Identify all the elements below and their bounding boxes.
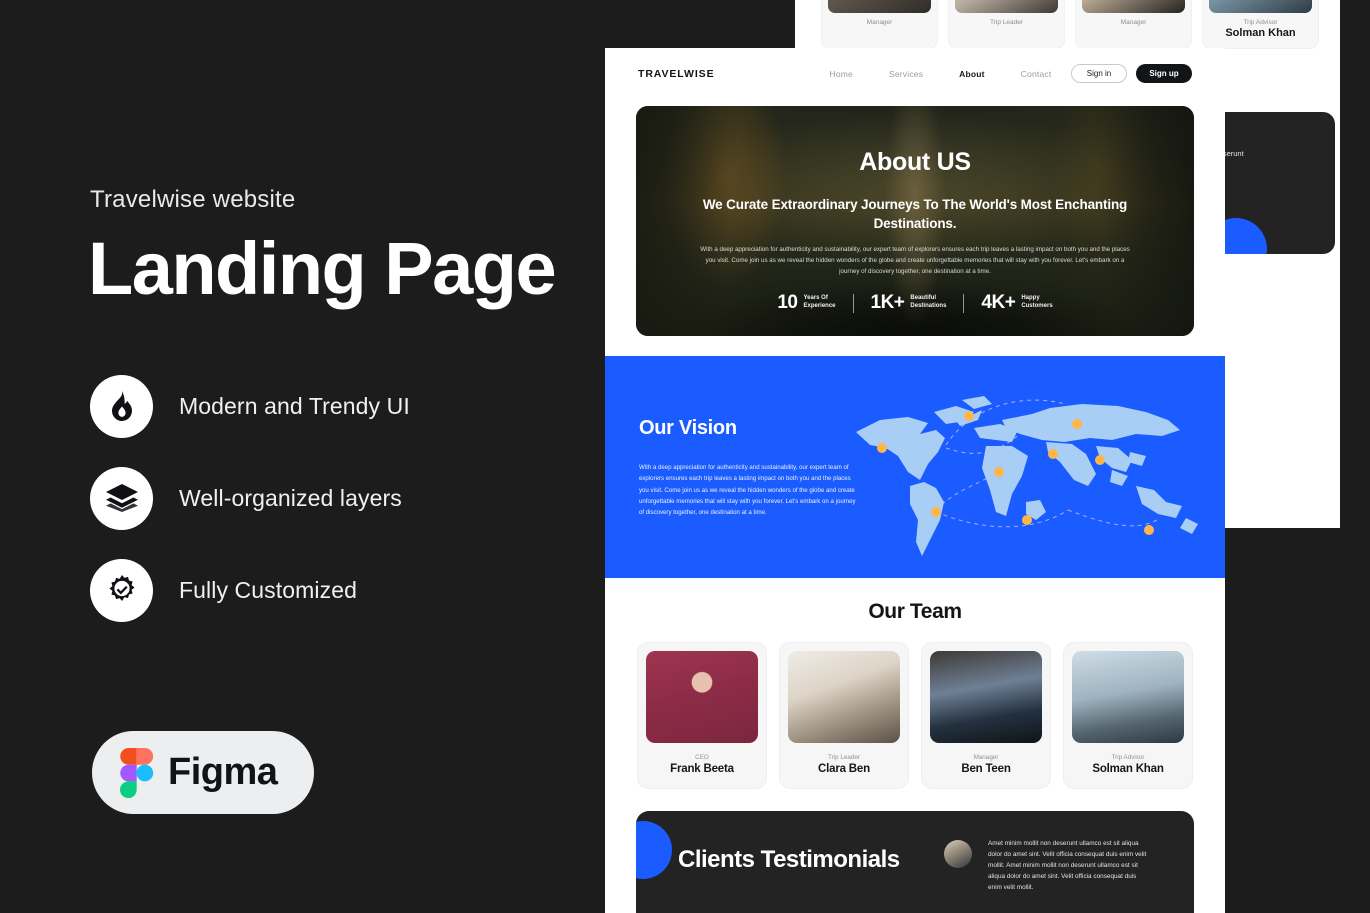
stat-number: 10	[777, 292, 798, 313]
world-map-icon	[856, 396, 1198, 556]
landing-page-mockup: TRAVELWISE Home Services About Contact S…	[605, 48, 1225, 913]
background-team-card[interactable]: Manager	[1075, 0, 1192, 49]
background-team-row: Manager Trip Leader Manager Trip Advisor…	[821, 0, 1321, 49]
site-logo[interactable]: TRAVELWISE	[638, 68, 714, 80]
hero-content: About US We Curate Extraordinary Journey…	[636, 106, 1194, 278]
layers-icon	[90, 466, 153, 530]
team-member-photo	[646, 651, 758, 743]
hero-section: About US We Curate Extraordinary Journey…	[636, 106, 1194, 336]
feature-label: Well-organized layers	[179, 484, 402, 511]
site-navbar: TRAVELWISE Home Services About Contact S…	[605, 48, 1225, 99]
feature-item-organized-layers: Well-organized layers	[90, 466, 410, 530]
testimonial-quote: Amet minim mollit non deserunt ullamco e…	[988, 839, 1147, 891]
team-member-role: CEO	[695, 754, 709, 761]
nav-links: Home Services About Contact	[829, 69, 1051, 79]
figma-logo-icon	[120, 747, 154, 798]
team-member-role: Manager	[973, 754, 999, 761]
background-team-role: Trip Leader	[990, 19, 1023, 26]
our-vision-section: Our Vision With a deep appreciation for …	[605, 356, 1225, 578]
gear-check-icon	[90, 558, 153, 622]
team-member-name: Ben Teen	[961, 762, 1011, 775]
team-member-role: Trip Leader	[828, 754, 860, 761]
promo-panel: Travelwise website Landing Page Modern a…	[0, 0, 605, 913]
sign-up-button[interactable]: Sign up	[1136, 64, 1192, 83]
background-team-photo	[1209, 0, 1312, 13]
clients-testimonials-section: Clients Testimonials Amet minim mollit n…	[636, 810, 1194, 913]
background-team-name: Solman Khan	[1225, 27, 1296, 39]
nav-actions: Sign in Sign up	[1071, 64, 1192, 83]
feature-label: Fully Customized	[179, 576, 357, 603]
stat-label-line1: Years Of	[803, 295, 828, 302]
stat-number: 1K+	[870, 292, 905, 313]
sign-in-button[interactable]: Sign in	[1071, 64, 1127, 83]
stat-label-line2: Experience	[803, 303, 836, 309]
background-team-photo	[955, 0, 1058, 13]
background-team-photo	[1082, 0, 1185, 13]
stat-years-experience: 10 Years Of Experience	[760, 292, 852, 314]
stat-label-line1: Happy	[1021, 295, 1040, 302]
stat-label: Years Of Experience	[803, 295, 835, 311]
background-team-role: Trip Advisor	[1243, 19, 1278, 26]
team-grid: CEO Frank Beeta Trip Leader Clara Ben Ma…	[605, 624, 1225, 789]
team-card[interactable]: Manager Ben Teen	[921, 642, 1051, 789]
figma-badge[interactable]: Figma	[92, 731, 314, 814]
nav-link-contact[interactable]: Contact	[1021, 69, 1052, 79]
promo-title: Landing Page	[88, 227, 557, 310]
background-team-card[interactable]: Manager	[821, 0, 938, 49]
nav-link-services[interactable]: Services	[889, 69, 923, 79]
stat-beautiful-destinations: 1K+ Beautiful Destinations	[854, 292, 964, 314]
team-section-title: Our Team	[868, 600, 962, 623]
feature-item-fully-customized: Fully Customized	[90, 558, 410, 622]
stat-number: 4K+	[981, 292, 1016, 313]
team-card[interactable]: CEO Frank Beeta	[637, 642, 767, 789]
team-card[interactable]: Trip Leader Clara Ben	[779, 642, 909, 789]
nav-link-home[interactable]: Home	[829, 69, 852, 79]
background-team-card[interactable]: Trip Advisor Solman Khan	[1202, 0, 1319, 49]
background-team-role: Manager	[866, 19, 893, 26]
team-member-photo	[788, 651, 900, 743]
team-member-role: Trip Advisor	[1111, 754, 1145, 761]
stat-label: Happy Customers	[1021, 295, 1052, 311]
stat-label: Beautiful Destinations	[910, 295, 946, 311]
vision-paragraph: With a deep appreciation for authenticit…	[639, 464, 856, 517]
hero-stats: 10 Years Of Experience 1K+ Beautiful Des…	[636, 292, 1194, 314]
team-member-name: Clara Ben	[818, 762, 870, 775]
team-member-photo	[1072, 651, 1184, 743]
team-member-photo	[930, 651, 1042, 743]
background-team-role: Manager	[1120, 19, 1147, 26]
team-member-name: Solman Khan	[1092, 762, 1164, 775]
team-member-name: Frank Beeta	[670, 762, 734, 775]
hero-eyebrow: About US	[859, 148, 971, 176]
stat-label-line2: Destinations	[910, 303, 947, 309]
feature-item-modern-ui: Modern and Trendy UI	[90, 374, 410, 438]
background-team-card[interactable]: Trip Leader	[948, 0, 1065, 49]
blue-circle-decoration	[636, 820, 672, 879]
flame-icon	[90, 374, 153, 438]
team-card[interactable]: Trip Advisor Solman Khan	[1063, 642, 1193, 789]
figma-badge-label: Figma	[168, 751, 278, 793]
background-team-photo	[828, 0, 931, 13]
nav-link-about[interactable]: About	[959, 69, 985, 79]
vision-title: Our Vision	[639, 417, 737, 439]
feature-label: Modern and Trendy UI	[179, 392, 410, 419]
stat-happy-customers: 4K+ Happy Customers	[964, 292, 1069, 314]
stat-label-line1: Beautiful	[910, 295, 937, 302]
testimonials-title: Clients Testimonials	[678, 845, 900, 873]
hero-headline: We Curate Extraordinary Journeys To The …	[702, 197, 1128, 231]
testimonial-avatar	[944, 839, 972, 868]
hero-paragraph: With a deep appreciation for authenticit…	[700, 246, 1130, 275]
stat-label-line2: Customers	[1021, 303, 1053, 309]
promo-subtitle: Travelwise website	[90, 186, 296, 213]
feature-list: Modern and Trendy UI Well-organized laye…	[90, 374, 410, 651]
